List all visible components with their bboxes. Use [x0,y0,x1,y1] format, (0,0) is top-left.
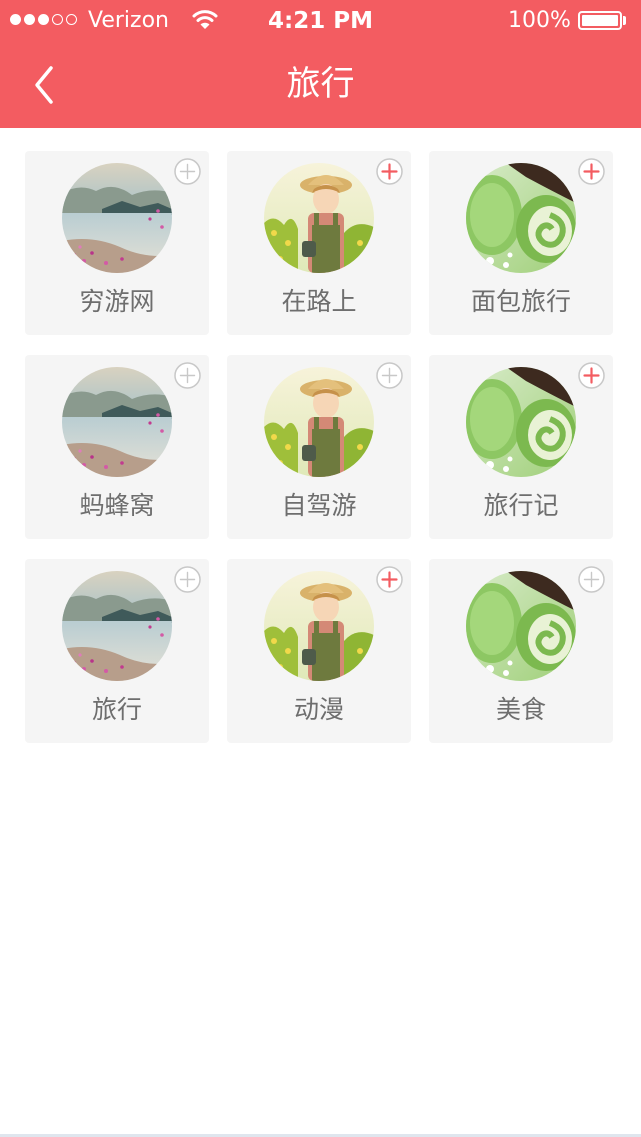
add-channel-button[interactable] [173,157,202,186]
channel-card[interactable]: 动漫 [227,559,411,743]
battery-percentage: 100% [508,8,571,33]
plus-circle-icon [174,158,201,185]
page-title: 旅行 [286,64,355,104]
add-channel-button[interactable] [577,565,606,594]
channel-card[interactable]: 在路上 [227,151,411,335]
lake-landscape-image [62,367,172,477]
channel-avatar [62,163,172,273]
channel-label: 蚂蜂窝 [79,491,155,520]
channel-label: 动漫 [293,695,344,724]
green-tea-roll-cake-image [466,367,576,477]
channel-avatar [264,367,374,477]
channel-card[interactable]: 穷游网 [25,151,209,335]
channel-avatar [62,571,172,681]
channel-label: 穷游网 [79,287,155,316]
plus-circle-icon [578,158,605,185]
add-channel-button[interactable] [375,361,404,390]
channel-avatar [466,571,576,681]
channel-label: 在路上 [281,287,357,316]
green-tea-roll-cake-image [466,163,576,273]
channel-card[interactable]: 旅行 [25,559,209,743]
channel-card[interactable]: 旅行记 [429,355,613,539]
plus-circle-icon [376,158,403,185]
battery-icon [578,11,622,30]
channel-avatar [62,367,172,477]
battery-level [582,15,618,26]
channel-label: 旅行 [91,695,142,724]
navigation-bar: Verizon 4:21 PM 100% 旅行 [0,0,641,128]
plus-circle-icon [174,362,201,389]
lake-landscape-image [62,163,172,273]
channel-card[interactable]: 美食 [429,559,613,743]
green-tea-roll-cake-image [466,571,576,681]
add-channel-button[interactable] [375,157,404,186]
status-bar: Verizon 4:21 PM 100% [0,0,641,40]
anime-farmer-image [264,571,374,681]
add-channel-button[interactable] [173,361,202,390]
add-channel-button[interactable] [577,157,606,186]
channel-card[interactable]: 自驾游 [227,355,411,539]
battery-tip [623,16,626,25]
plus-circle-icon [376,362,403,389]
add-channel-button[interactable] [173,565,202,594]
channel-avatar [466,163,576,273]
plus-circle-icon [578,362,605,389]
channel-label: 旅行记 [483,491,559,520]
channel-grid: 穷游网 在路上 面包旅行 蚂蜂窝 自驾游 旅行记 旅行 动漫 美食 [25,151,613,743]
channel-avatar [264,571,374,681]
channel-avatar [264,163,374,273]
channel-card[interactable]: 面包旅行 [429,151,613,335]
anime-farmer-image [264,163,374,273]
plus-circle-icon [578,566,605,593]
add-channel-button[interactable] [577,361,606,390]
anime-farmer-image [264,367,374,477]
lake-landscape-image [62,571,172,681]
channel-card[interactable]: 蚂蜂窝 [25,355,209,539]
channel-avatar [466,367,576,477]
channel-label: 自驾游 [281,491,357,520]
add-channel-button[interactable] [375,565,404,594]
channel-label: 美食 [495,695,546,724]
plus-circle-icon [174,566,201,593]
plus-circle-icon [376,566,403,593]
channel-label: 面包旅行 [470,287,571,316]
